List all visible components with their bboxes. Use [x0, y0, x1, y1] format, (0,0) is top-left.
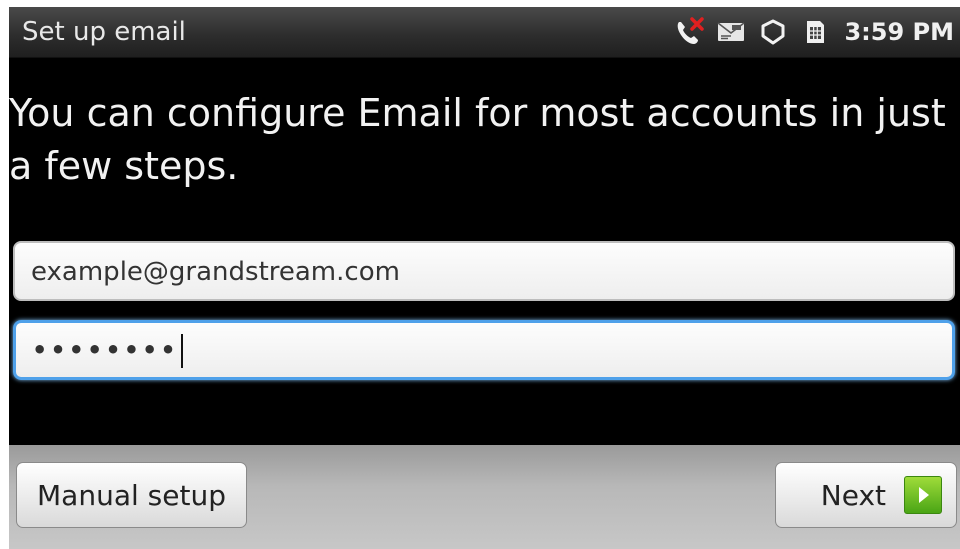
intro-text: You can configure Email for most account…: [9, 91, 946, 188]
next-label: Next: [820, 478, 886, 512]
password-value: ••••••••: [32, 336, 179, 364]
voicemail-icon: [714, 15, 748, 49]
status-bar: Set up email 3:59 PM: [9, 7, 960, 58]
email-address-field[interactable]: example@grandstream.com: [13, 241, 955, 301]
text-caret: [180, 334, 183, 368]
next-button[interactable]: Next: [775, 462, 957, 528]
manual-setup-button[interactable]: Manual setup: [16, 462, 247, 528]
email-setup-screen: Set up email 3:59 PM You can configure E…: [9, 7, 960, 549]
status-bar-title: Set up email: [22, 17, 186, 47]
sim-card-icon: [798, 15, 832, 49]
next-arrow-icon: [904, 476, 942, 514]
status-time: 3:59 PM: [844, 18, 954, 46]
button-bar: Manual setup Next: [9, 445, 960, 549]
sync-icon: [756, 15, 790, 49]
password-field[interactable]: ••••••••: [13, 320, 955, 380]
email-address-value: example@grandstream.com: [31, 257, 400, 287]
status-icons: 3:59 PM: [672, 7, 956, 57]
manual-setup-label: Manual setup: [37, 478, 226, 512]
missed-call-icon: [672, 15, 706, 49]
